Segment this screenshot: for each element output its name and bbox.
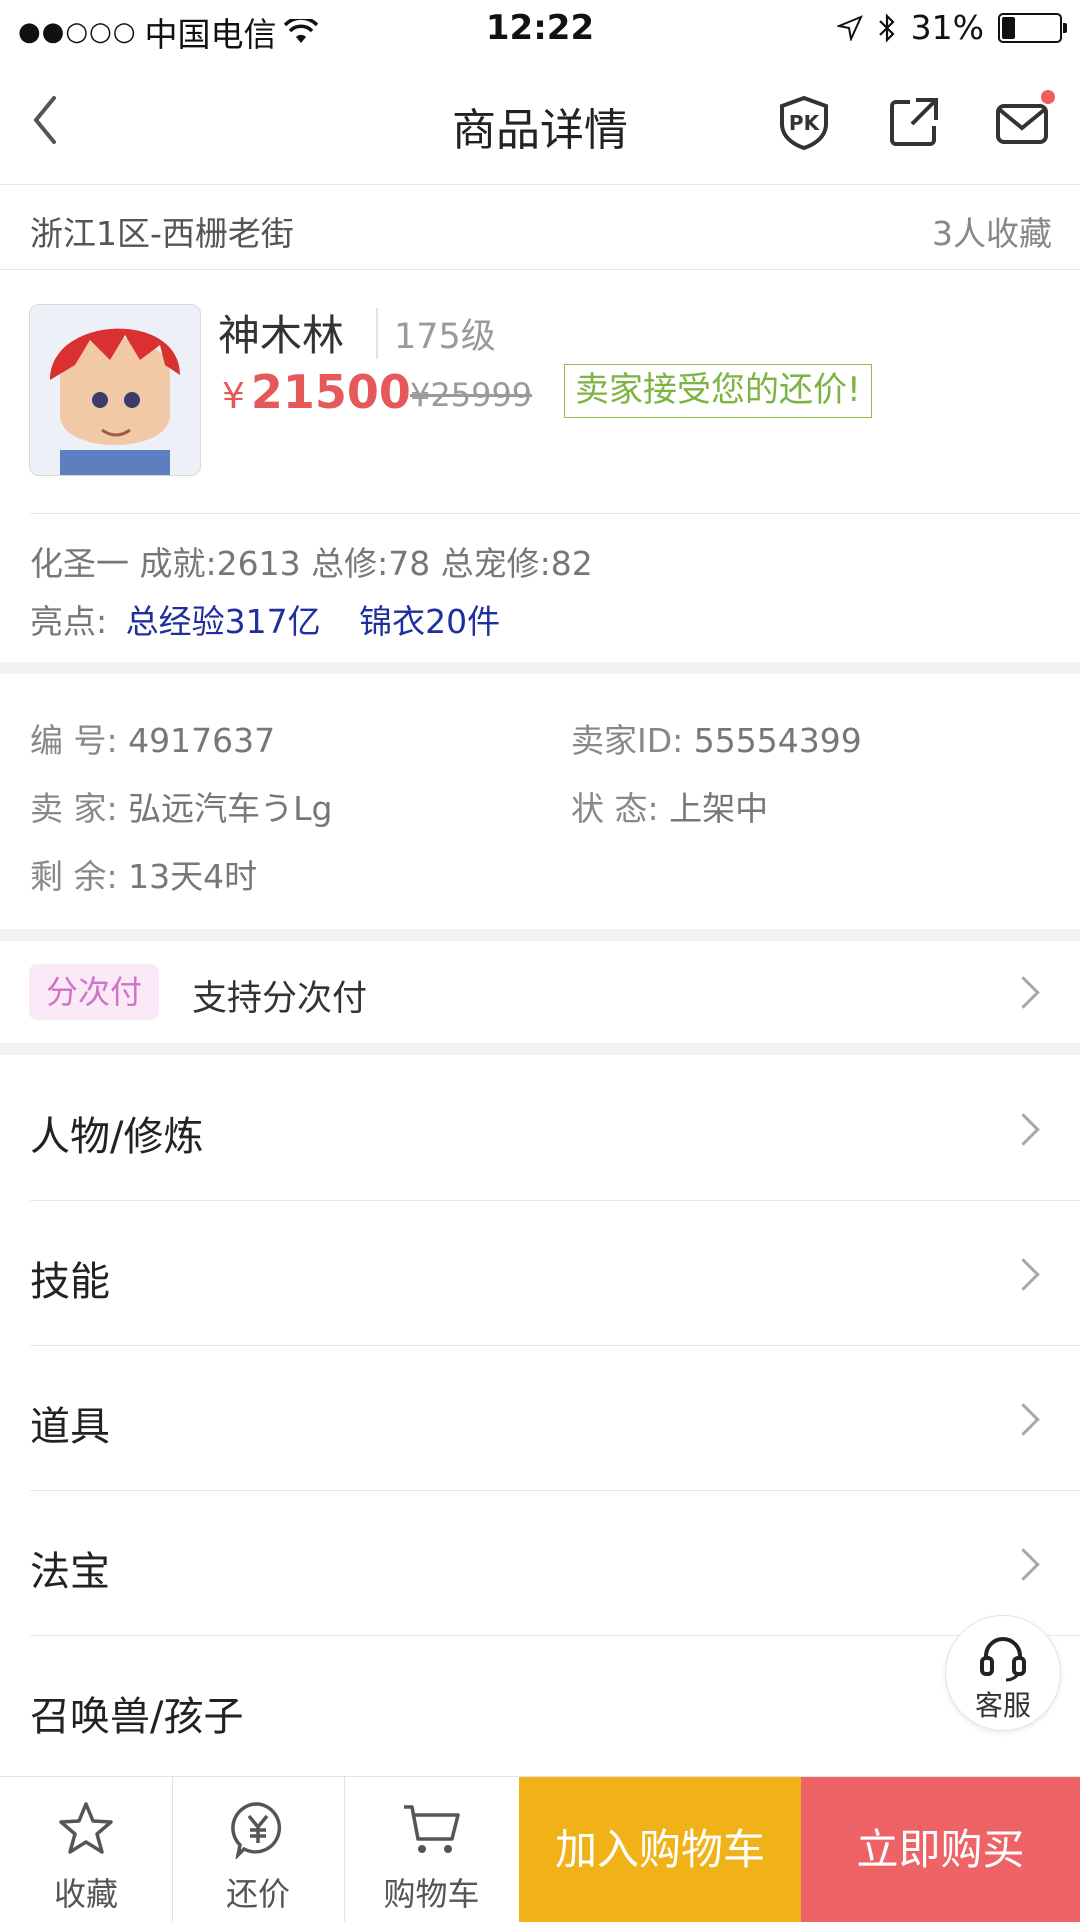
info-seller-id: 卖家ID: 55554399 [571, 714, 862, 762]
chevron-right-icon [1007, 1403, 1040, 1436]
cart-label: 购物车 [383, 1875, 480, 1913]
info-status-value: 上架中 [669, 789, 769, 828]
add-to-cart-button[interactable]: 加入购物车 [519, 1777, 801, 1922]
yuan-bubble-icon [231, 1802, 282, 1859]
cart-button[interactable]: 购物车 [344, 1777, 520, 1922]
pk-label: PK [789, 111, 821, 135]
price-currency: ¥ [222, 376, 245, 417]
divider [30, 513, 1080, 514]
mail-unread-dot [1041, 90, 1055, 104]
character-avatar[interactable] [29, 304, 201, 476]
chevron-right-icon [1007, 1113, 1040, 1146]
info-number-key: 编 号: [30, 721, 118, 760]
customer-service-button[interactable]: 客服 [945, 1615, 1061, 1731]
menu-item-items[interactable]: 道具 [0, 1346, 1080, 1491]
highlights-label: 亮点: [30, 602, 108, 641]
bluetooth-icon [878, 12, 895, 43]
highlight-item: 总经验317亿 [125, 602, 321, 641]
menu-item-treasures[interactable]: 法宝 [0, 1491, 1080, 1636]
info-status-key: 状 态: [571, 789, 659, 828]
price-value: 21500 [250, 365, 411, 419]
installment-tag: 分次付 [29, 964, 159, 1020]
menu-item-label: 人物/修炼 [30, 1114, 204, 1160]
star-icon [59, 1802, 113, 1854]
highlight-item: 锦衣20件 [359, 602, 501, 641]
favorite-button[interactable]: 收藏 [0, 1777, 173, 1922]
bargain-label: 还价 [225, 1875, 290, 1913]
product-level: 175级 [376, 308, 496, 359]
server-row: 浙江1区-西栅老街 3人收藏 [0, 185, 1080, 270]
nav-bar: 商品详情 PK [0, 58, 1080, 185]
character-portrait-icon [30, 305, 200, 475]
menu-item-label: 技能 [30, 1259, 110, 1305]
mail-icon[interactable] [994, 94, 1050, 150]
info-remaining-key: 剩 余: [30, 857, 118, 896]
menu-item-label: 道具 [30, 1404, 110, 1450]
cart-icon [404, 1805, 460, 1853]
installment-row[interactable]: 分次付 支持分次付 [0, 941, 1080, 1043]
chevron-right-icon [1007, 1258, 1040, 1291]
menu-item-label: 法宝 [30, 1549, 110, 1595]
favorite-label: 收藏 [53, 1875, 118, 1913]
buy-now-button[interactable]: 立即购买 [801, 1777, 1080, 1922]
info-seller-key: 卖 家: [30, 789, 118, 828]
info-seller-id-key: 卖家ID: [571, 721, 684, 760]
location-arrow-icon [836, 14, 863, 41]
pk-shield-icon[interactable]: PK [776, 94, 832, 150]
chevron-right-icon [1007, 1548, 1040, 1581]
status-right: 31% [836, 8, 1067, 47]
bargain-button[interactable]: 还价 [172, 1777, 345, 1922]
installment-text: 支持分次付 [192, 979, 368, 1019]
headset-icon [980, 1637, 1026, 1682]
info-seller: 卖 家: 弘远汽车うLg [30, 782, 332, 830]
favorites-count: 3人收藏 [932, 214, 1052, 253]
section-gap [0, 662, 1080, 674]
menu-item-label: 召唤兽/孩子 [30, 1694, 244, 1740]
section-gap [0, 1043, 1080, 1055]
info-remaining: 剩 余: 13天4时 [30, 850, 257, 898]
accept-bargain-tag: 卖家接受您的还价! [564, 364, 872, 418]
bottom-action-bar: 收藏 还价 购物车 加入购物车 立即购买 [0, 1776, 1080, 1922]
status-bar: ●●○○○ 中国电信 12:22 31% [0, 0, 1080, 58]
chevron-right-icon [1007, 976, 1040, 1009]
character-attributes: 化圣一 成就:2613 总修:78 总宠修:82 [30, 544, 593, 583]
info-seller-value: 弘远汽车うLg [128, 789, 333, 828]
menu-item-skills[interactable]: 技能 [0, 1201, 1080, 1346]
menu-item-pets[interactable]: 召唤兽/孩子 [0, 1636, 1080, 1781]
info-number: 编 号: 4917637 [30, 714, 275, 762]
price: ¥21500 [222, 365, 411, 419]
info-remaining-value: 13天4时 [128, 857, 258, 896]
info-number-value: 4917637 [128, 721, 276, 760]
highlights: 亮点: 总经验317亿 锦衣20件 [30, 595, 500, 643]
server-name: 浙江1区-西栅老街 [30, 214, 294, 253]
section-gap [0, 929, 1080, 941]
menu-item-character[interactable]: 人物/修炼 [0, 1056, 1080, 1201]
original-price: ¥25999 [410, 376, 533, 414]
customer-service-label: 客服 [974, 1689, 1031, 1722]
battery-percent: 31% [910, 8, 984, 47]
share-icon[interactable] [886, 94, 942, 150]
battery-icon [998, 12, 1067, 43]
product-name: 神木林 [218, 311, 345, 360]
info-seller-id-value: 55554399 [693, 721, 862, 760]
info-status: 状 态: 上架中 [571, 782, 768, 830]
